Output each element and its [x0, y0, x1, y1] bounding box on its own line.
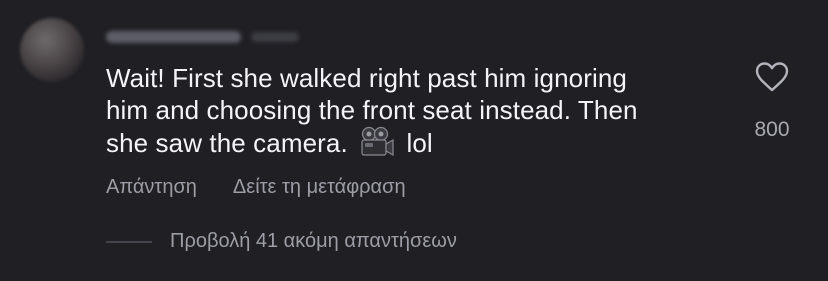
movie-camera-emoji [359, 126, 395, 165]
comment-line-3-lol: lol [406, 128, 433, 158]
comment-line-2: him and choosing the front seat instead.… [106, 95, 638, 125]
timestamp-blur [251, 32, 299, 42]
comment-line-1: Wait! First she walked right past him ig… [106, 63, 627, 93]
comment-actions: Απάντηση Δείτε τη μετάφραση [106, 176, 406, 199]
username-blurred[interactable] [106, 28, 306, 46]
comment-line-3: she saw the camera. lol [106, 126, 726, 165]
username-blur [106, 31, 241, 43]
replies-divider [106, 240, 152, 243]
like-count: 800 [754, 118, 790, 141]
reply-button[interactable]: Απάντηση [106, 176, 197, 199]
like-button[interactable] [752, 62, 792, 92]
comment-text: Wait! First she walked right past him ig… [106, 62, 726, 165]
view-more-replies-label[interactable]: Προβολή 41 ακόμη απαντήσεων [170, 230, 457, 253]
view-more-replies[interactable]: Προβολή 41 ακόμη απαντήσεων [106, 230, 457, 253]
see-translation-button[interactable]: Δείτε τη μετάφραση [233, 176, 406, 199]
avatar[interactable] [20, 18, 84, 82]
heart-icon [755, 62, 789, 92]
comment-line-3-text: she saw the camera. [106, 128, 348, 158]
